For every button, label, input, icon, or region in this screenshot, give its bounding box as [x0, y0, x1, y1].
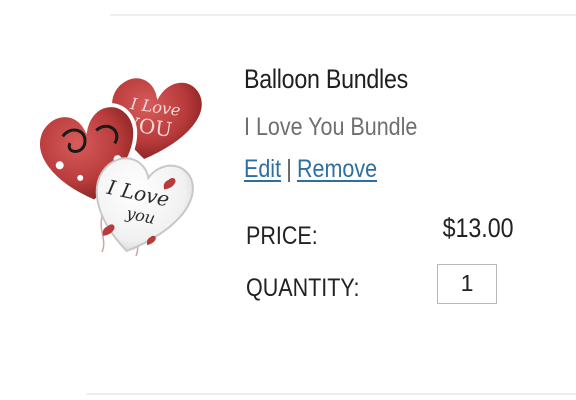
product-category-title: Balloon Bundles — [244, 64, 408, 94]
heart-balloons-icon: I Love YOU I Love you — [36, 74, 206, 257]
edit-link[interactable]: Edit — [244, 155, 281, 183]
quantity-input[interactable]: 1 — [437, 264, 497, 304]
top-divider — [110, 14, 576, 16]
item-actions: Edit | Remove — [244, 152, 502, 186]
price-value: $13.00 — [442, 213, 514, 243]
quantity-label: QUANTITY: — [246, 274, 360, 302]
price-row: PRICE: $13.00 — [244, 213, 514, 256]
product-image[interactable]: I Love YOU I Love you — [26, 60, 212, 257]
quantity-row: QUANTITY: 1 — [244, 264, 514, 308]
product-name: I Love You Bundle — [244, 113, 418, 141]
item-details: Balloon Bundles I Love You Bundle Edit | R… — [244, 60, 544, 304]
remove-link[interactable]: Remove — [297, 155, 377, 183]
price-label: PRICE: — [246, 222, 318, 250]
cart-item-page: I Love YOU I Love you Balloon Bundles I … — [0, 0, 576, 400]
link-separator: | — [286, 155, 292, 183]
bottom-divider — [86, 393, 576, 395]
